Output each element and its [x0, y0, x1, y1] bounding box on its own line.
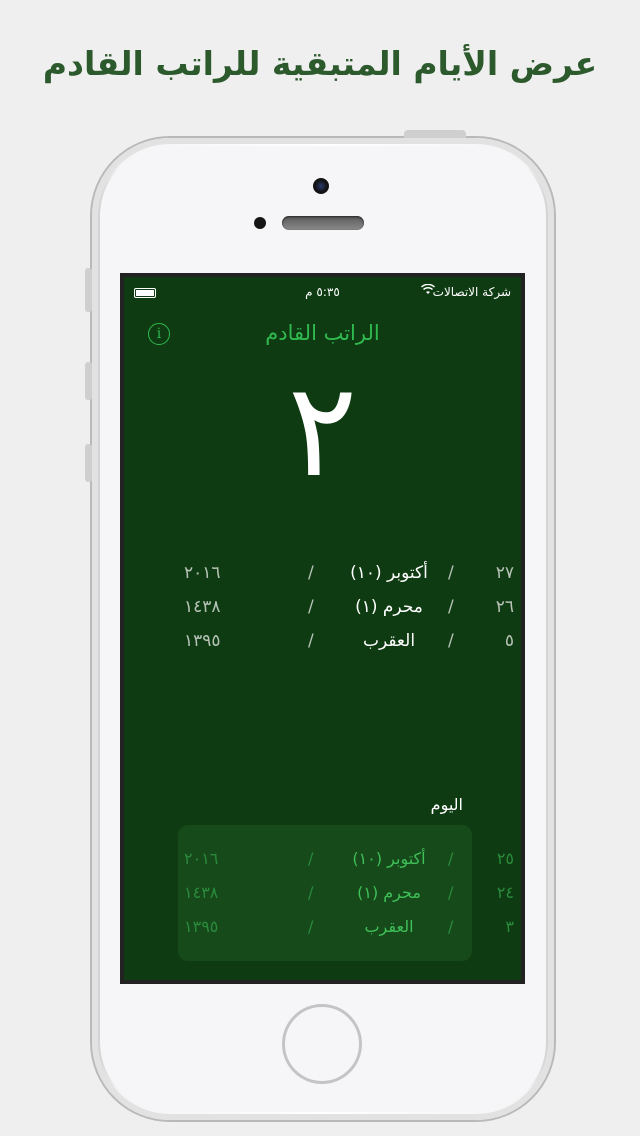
- date-day: ٥: [504, 631, 514, 651]
- carrier-name: شركة الاتصالات: [432, 285, 511, 299]
- date-month: العقرب: [364, 917, 414, 936]
- days-remaining: ٢: [287, 354, 358, 506]
- date-month: العقرب: [362, 631, 416, 651]
- date-separator: /: [448, 563, 454, 583]
- promo-headline: عرض الأيام المتبقية للراتب القادم: [42, 44, 598, 83]
- today-card: ٢٠١٦ / أكتوبر (١٠) / ٢٥ ١٤٣٨ / محرم (١) …: [178, 825, 514, 961]
- solar-date-row: ١٣٩٥ / العقرب / ٥: [184, 631, 514, 665]
- solar-date-row: ١٣٩٥ / العقرب / ٣: [184, 917, 514, 951]
- earpiece-speaker: [282, 216, 364, 230]
- date-separator: /: [448, 917, 454, 936]
- date-day: ٢٧: [495, 563, 514, 583]
- date-separator: /: [308, 883, 314, 902]
- date-month: أكتوبر (١٠): [350, 563, 428, 583]
- date-separator: /: [448, 597, 454, 617]
- front-camera: [313, 178, 329, 194]
- date-separator: /: [308, 597, 314, 617]
- mute-switch: [85, 268, 92, 312]
- date-year: ١٤٣٨: [184, 597, 221, 617]
- gregorian-date-row: ٢٠١٦ / أكتوبر (١٠) / ٢٥: [184, 849, 514, 883]
- app-screen: ٥:٣٥ م شركة الاتصالات i الراتب القادم ٢ …: [120, 273, 525, 984]
- date-month: محرم (١): [355, 597, 423, 617]
- today-dates: ٢٠١٦ / أكتوبر (١٠) / ٢٥ ١٤٣٨ / محرم (١) …: [184, 849, 514, 951]
- volume-down-button: [85, 444, 92, 482]
- today-label: اليوم: [430, 795, 463, 814]
- date-separator: /: [308, 631, 314, 651]
- status-bar: ٥:٣٥ م شركة الاتصالات: [124, 283, 521, 303]
- date-separator: /: [448, 883, 454, 902]
- date-separator: /: [308, 563, 314, 583]
- date-day: ٢٦: [495, 597, 514, 617]
- date-day: ٢٤: [496, 883, 514, 902]
- date-separator: /: [308, 849, 314, 868]
- date-year: ١٣٩٥: [184, 917, 219, 936]
- page-title: الراتب القادم: [265, 321, 380, 345]
- date-separator: /: [448, 631, 454, 651]
- date-day: ٢٥: [496, 849, 514, 868]
- proximity-sensor: [254, 217, 266, 229]
- date-year: ١٤٣٨: [184, 883, 219, 902]
- date-year: ٢٠١٦: [184, 849, 219, 868]
- date-day: ٣: [505, 917, 514, 936]
- date-year: ١٣٩٥: [184, 631, 221, 651]
- volume-up-button: [85, 362, 92, 400]
- power-button: [404, 130, 466, 138]
- date-year: ٢٠١٦: [184, 563, 221, 583]
- date-separator: /: [308, 917, 314, 936]
- gregorian-date-row: ٢٠١٦ / أكتوبر (١٠) / ٢٧: [184, 563, 514, 597]
- next-payday-dates: ٢٠١٦ / أكتوبر (١٠) / ٢٧ ١٤٣٨ / محرم (١) …: [184, 563, 514, 665]
- hijri-date-row: ١٤٣٨ / محرم (١) / ٢٦: [184, 597, 514, 631]
- hijri-date-row: ١٤٣٨ / محرم (١) / ٢٤: [184, 883, 514, 917]
- date-separator: /: [448, 849, 454, 868]
- date-month: أكتوبر (١٠): [352, 849, 426, 868]
- home-button[interactable]: [282, 1004, 362, 1084]
- date-month: محرم (١): [357, 883, 421, 902]
